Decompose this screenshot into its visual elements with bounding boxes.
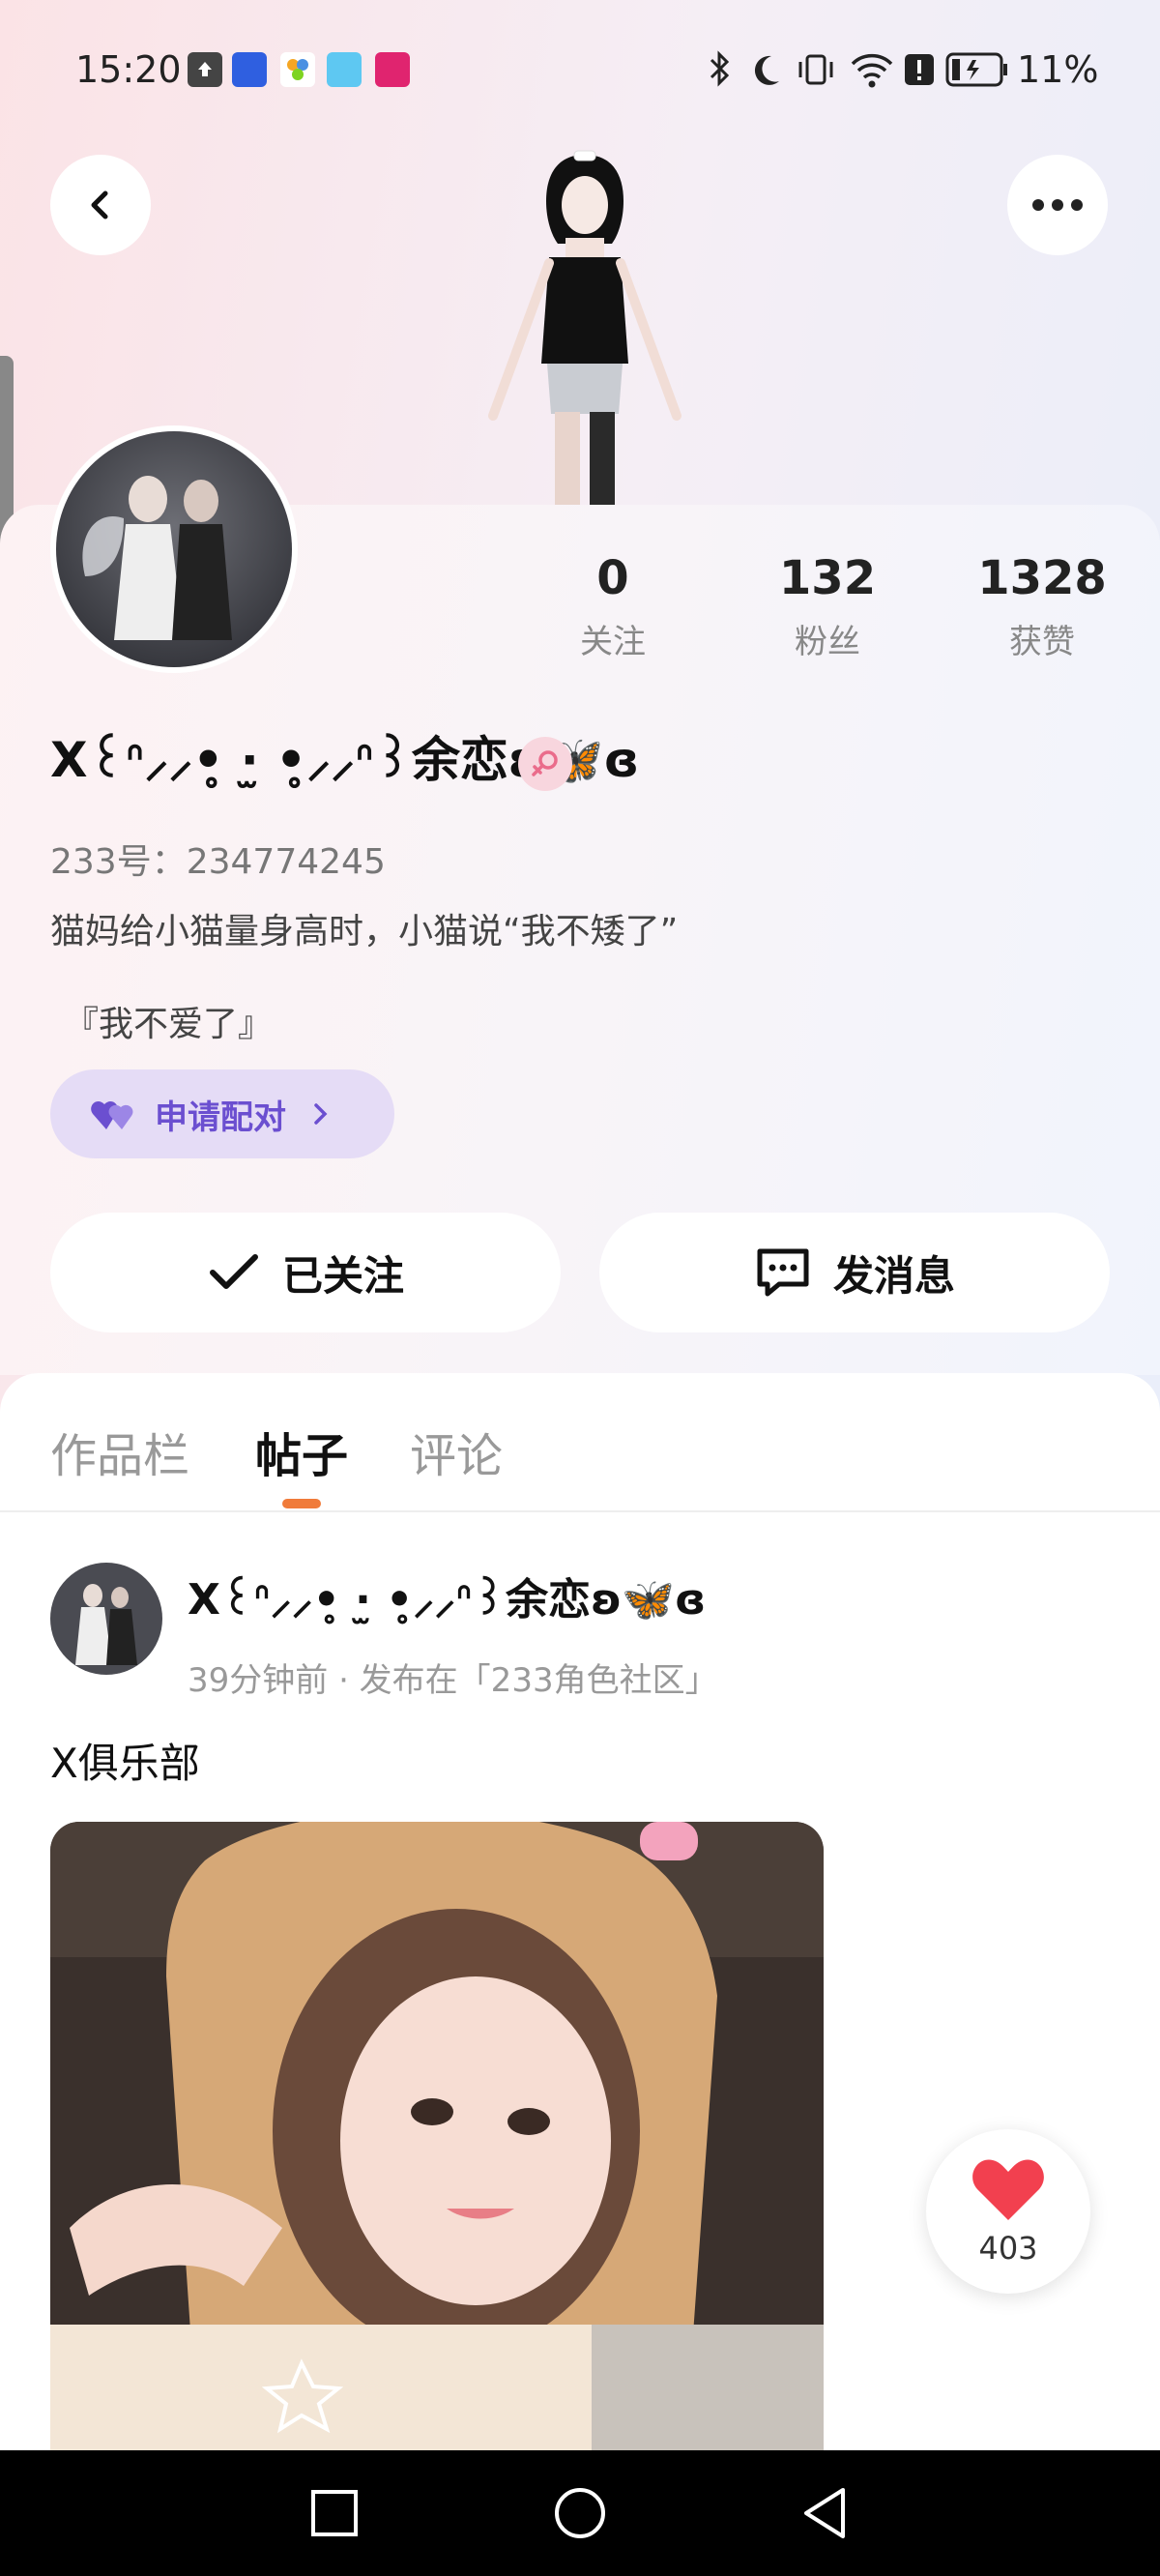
check-icon — [209, 1254, 258, 1289]
vibrate-icon — [798, 54, 833, 85]
back-nav-icon[interactable] — [800, 2486, 851, 2540]
moon-icon — [754, 55, 779, 85]
pair-label: 申请配对 — [155, 1098, 286, 1137]
tab-indicator — [282, 1499, 321, 1508]
user-id: 233号：234774245 — [50, 842, 386, 882]
tab-comments[interactable]: 评论 — [410, 1418, 503, 1485]
battery-percent: 11% — [1017, 48, 1099, 91]
recent-apps-icon[interactable] — [309, 2488, 360, 2538]
avatar-photo — [56, 431, 292, 667]
heart-icon — [972, 2159, 1044, 2220]
tab-works[interactable]: 作品栏 — [50, 1418, 189, 1485]
chevron-right-icon — [314, 1103, 328, 1125]
post-text: X俱乐部 — [50, 1740, 200, 1787]
like-count: 403 — [978, 2230, 1038, 2267]
pair-request-button[interactable]: 申请配对 — [50, 1069, 394, 1158]
chevron-left-icon — [91, 190, 108, 220]
status-time: 15:20 — [75, 48, 182, 91]
chat-icon — [757, 1248, 809, 1297]
stat-likes-value: 1328 — [977, 551, 1107, 605]
alert-icon — [905, 54, 934, 85]
post-image[interactable] — [50, 1822, 824, 2450]
stat-fans-label: 粉丝 — [795, 623, 860, 661]
bluetooth-icon — [710, 50, 730, 87]
bio-line-2: 『我不爱了』 — [64, 1005, 274, 1044]
post-meta: 39分钟前 · 发布在「233角色社区」 — [188, 1661, 718, 1700]
back-button[interactable] — [50, 155, 151, 255]
character-figure — [488, 150, 682, 509]
vip-app-icon — [375, 52, 410, 87]
battery-icon — [945, 52, 1007, 87]
status-bar: 15:20 11% — [0, 0, 1160, 145]
pinwheel-app-icon — [280, 52, 315, 87]
like-button[interactable]: 403 — [926, 2129, 1090, 2294]
female-icon — [532, 750, 558, 776]
followed-button[interactable]: 已关注 — [50, 1213, 561, 1332]
followed-label: 已关注 — [281, 1251, 404, 1300]
message-label: 发消息 — [832, 1251, 955, 1300]
stat-following-label: 关注 — [580, 623, 646, 661]
wifi-icon — [851, 53, 893, 88]
post-author-avatar[interactable] — [50, 1563, 162, 1675]
post-avatar-photo — [50, 1563, 162, 1675]
upload-icon — [188, 52, 222, 87]
honor-app-icon — [232, 52, 267, 87]
hearts-icon — [91, 1101, 133, 1129]
tab-posts[interactable]: 帖子 — [255, 1418, 348, 1485]
system-nav-bar — [0, 2450, 1160, 2576]
avatar[interactable] — [50, 425, 298, 673]
book-app-icon — [327, 52, 362, 87]
stat-fans-value: 132 — [778, 551, 877, 605]
gender-badge — [518, 737, 572, 791]
more-button[interactable] — [1007, 155, 1108, 255]
divider — [0, 1510, 1160, 1512]
post-photo — [50, 1822, 824, 2450]
stat-following-value: 0 — [596, 551, 629, 605]
bio-line-1: 猫妈给小猫量身高时，小猫说“我不矮了” — [50, 912, 679, 951]
stat-likes-label: 获赞 — [1009, 623, 1075, 661]
message-button[interactable]: 发消息 — [599, 1213, 1110, 1332]
post-author-name[interactable]: X꒰ᐢ⸝⸝•̥ ·̫ •̥⸝⸝ᐢ꒱余恋ʚ🦋ɞ — [188, 1565, 706, 1626]
more-dots-icon — [1032, 199, 1083, 211]
home-icon[interactable] — [553, 2486, 607, 2540]
